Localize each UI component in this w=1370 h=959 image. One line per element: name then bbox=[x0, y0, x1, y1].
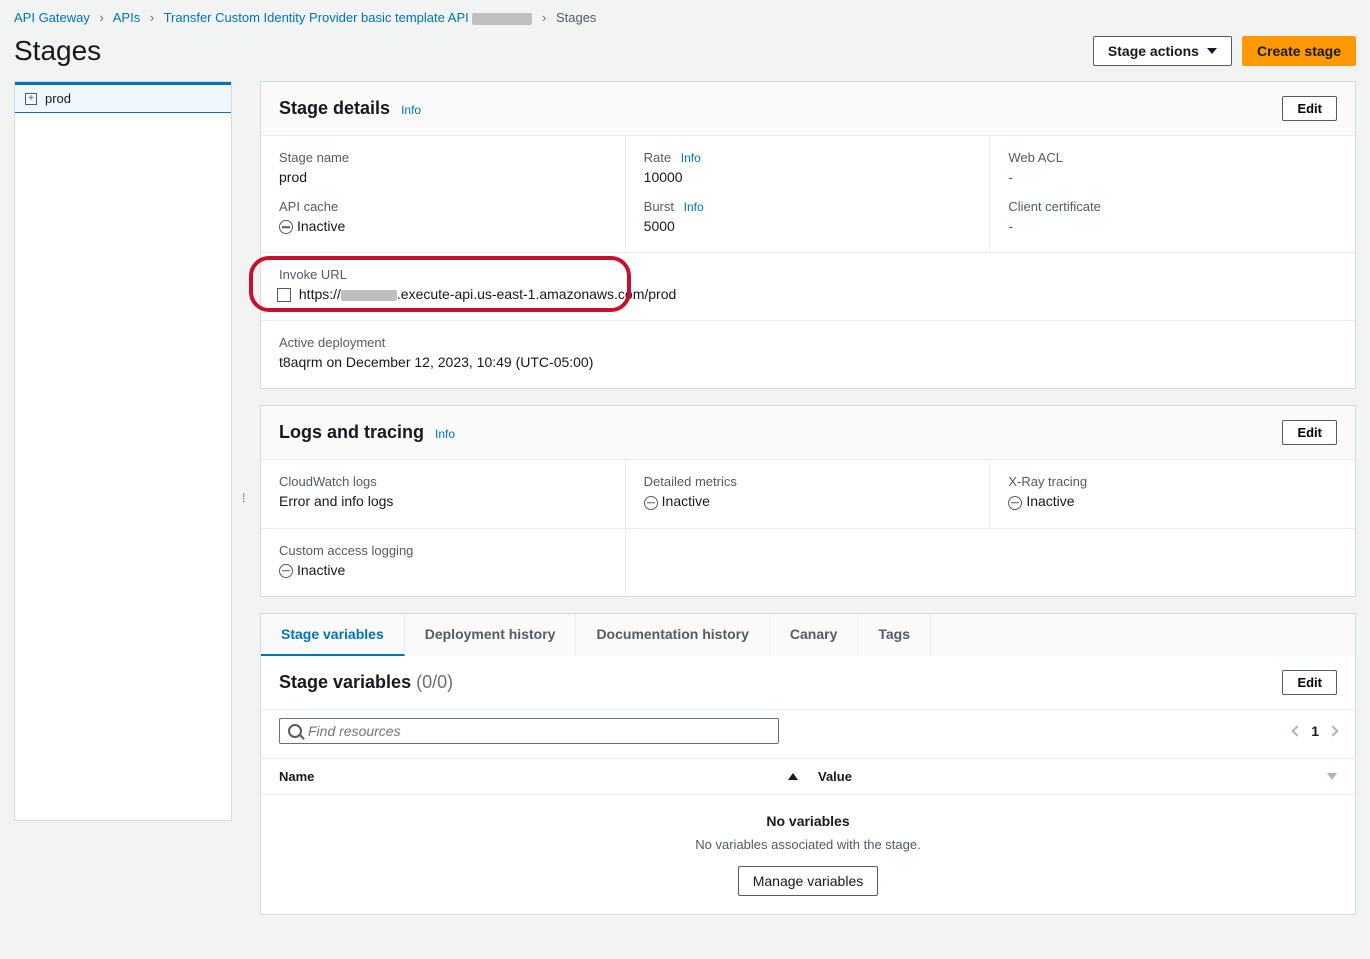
invoke-url-prefix: https:// bbox=[299, 286, 341, 302]
stage-details-panel: Stage details Info Edit Stage name prod … bbox=[260, 81, 1356, 389]
breadcrumb-api-gateway[interactable]: API Gateway bbox=[14, 10, 90, 25]
stage-variables-count: (0/0) bbox=[416, 672, 453, 692]
next-page-button[interactable] bbox=[1327, 725, 1338, 736]
col-name-label[interactable]: Name bbox=[279, 769, 314, 784]
client-cert-value: - bbox=[1008, 218, 1337, 234]
inactive-icon bbox=[1008, 496, 1022, 510]
search-icon bbox=[288, 724, 302, 738]
page-header: Stages Stage actions Create stage bbox=[0, 31, 1370, 81]
chevron-right-icon: › bbox=[150, 10, 154, 25]
info-link[interactable]: Info bbox=[435, 427, 455, 441]
detailed-metrics-value: Inactive bbox=[644, 493, 972, 509]
inactive-icon bbox=[644, 496, 658, 510]
rate-label-text: Rate bbox=[644, 150, 671, 165]
rate-value: 10000 bbox=[644, 169, 972, 185]
empty-state: No variables No variables associated wit… bbox=[261, 795, 1355, 914]
custom-access-value-text: Inactive bbox=[297, 562, 345, 578]
logs-tracing-heading: Logs and tracing Info bbox=[279, 422, 455, 443]
sidebar: + prod bbox=[14, 81, 232, 821]
invoke-url-suffix: .execute-api.us-east-1.amazonaws.com/pro… bbox=[397, 286, 676, 302]
rate-label: Rate Info bbox=[644, 150, 972, 165]
stage-name-value: prod bbox=[279, 169, 607, 185]
active-deployment-label: Active deployment bbox=[279, 335, 1337, 350]
burst-label: Burst Info bbox=[644, 199, 972, 214]
cloudwatch-value: Error and info logs bbox=[279, 493, 607, 509]
manage-variables-button[interactable]: Manage variables bbox=[738, 866, 879, 896]
tab-deployment-history[interactable]: Deployment history bbox=[405, 614, 577, 656]
chevron-right-icon: › bbox=[100, 10, 104, 25]
info-link[interactable]: Info bbox=[681, 151, 701, 165]
client-cert-label: Client certificate bbox=[1008, 199, 1337, 214]
breadcrumb-apis[interactable]: APIs bbox=[113, 10, 140, 25]
pagination: 1 bbox=[1293, 723, 1337, 739]
empty-title: No variables bbox=[279, 813, 1337, 829]
caret-down-icon bbox=[1207, 48, 1217, 54]
edit-logs-tracing-button[interactable]: Edit bbox=[1282, 420, 1337, 445]
page-title: Stages bbox=[14, 35, 101, 67]
sort-asc-icon[interactable] bbox=[788, 773, 798, 780]
chevron-right-icon: › bbox=[542, 10, 546, 25]
info-link[interactable]: Info bbox=[401, 103, 421, 117]
stage-actions-label: Stage actions bbox=[1108, 43, 1199, 59]
api-cache-label: API cache bbox=[279, 199, 607, 214]
expand-icon[interactable]: + bbox=[25, 93, 37, 105]
info-link[interactable]: Info bbox=[684, 200, 704, 214]
stage-details-heading-text: Stage details bbox=[279, 98, 390, 118]
stage-name-label: Stage name bbox=[279, 150, 607, 165]
tab-stage-variables[interactable]: Stage variables bbox=[261, 614, 405, 656]
copy-icon[interactable] bbox=[279, 290, 291, 302]
invoke-url-label: Invoke URL bbox=[279, 267, 1337, 282]
create-stage-button[interactable]: Create stage bbox=[1242, 36, 1356, 66]
prev-page-button[interactable] bbox=[1292, 725, 1303, 736]
api-cache-value-text: Inactive bbox=[297, 218, 345, 234]
xray-label: X-Ray tracing bbox=[1008, 474, 1337, 489]
sidebar-item-prod[interactable]: + prod bbox=[15, 85, 231, 113]
xray-value: Inactive bbox=[1008, 493, 1337, 509]
custom-access-label: Custom access logging bbox=[279, 543, 607, 558]
logs-tracing-panel: Logs and tracing Info Edit CloudWatch lo… bbox=[260, 405, 1356, 597]
search-input[interactable] bbox=[308, 723, 770, 739]
page-number: 1 bbox=[1311, 723, 1319, 739]
stage-variables-heading: Stage variables (0/0) bbox=[279, 672, 453, 693]
breadcrumb-api-name[interactable]: Transfer Custom Identity Provider basic … bbox=[164, 10, 536, 25]
breadcrumb-current: Stages bbox=[556, 10, 596, 25]
cloudwatch-label: CloudWatch logs bbox=[279, 474, 607, 489]
detailed-metrics-value-text: Inactive bbox=[662, 493, 710, 509]
col-value-label[interactable]: Value bbox=[818, 769, 852, 784]
sort-desc-icon[interactable] bbox=[1327, 773, 1337, 780]
edit-stage-details-button[interactable]: Edit bbox=[1282, 96, 1337, 121]
sidebar-collapse-handle[interactable]: ⁞ bbox=[242, 491, 250, 505]
custom-access-value: Inactive bbox=[279, 562, 607, 578]
redacted-text bbox=[472, 13, 532, 25]
empty-desc: No variables associated with the stage. bbox=[279, 837, 1337, 852]
breadcrumb-api-name-text: Transfer Custom Identity Provider basic … bbox=[164, 10, 469, 25]
inactive-icon bbox=[279, 220, 293, 234]
stage-actions-dropdown[interactable]: Stage actions bbox=[1093, 36, 1232, 66]
web-acl-label: Web ACL bbox=[1008, 150, 1337, 165]
logs-tracing-heading-text: Logs and tracing bbox=[279, 422, 424, 442]
header-actions: Stage actions Create stage bbox=[1093, 36, 1356, 66]
active-deployment-value: t8aqrm on December 12, 2023, 10:49 (UTC-… bbox=[279, 354, 1337, 370]
breadcrumb: API Gateway › APIs › Transfer Custom Ide… bbox=[0, 0, 1370, 31]
tabs: Stage variables Deployment history Docum… bbox=[260, 613, 1356, 656]
inactive-icon bbox=[279, 564, 293, 578]
web-acl-value: - bbox=[1008, 169, 1337, 185]
stage-variables-panel: Stage variables (0/0) Edit 1 bbox=[260, 656, 1356, 915]
table-header: Name Value bbox=[261, 758, 1355, 795]
stage-variables-heading-text: Stage variables bbox=[279, 672, 411, 692]
detailed-metrics-label: Detailed metrics bbox=[644, 474, 972, 489]
xray-value-text: Inactive bbox=[1026, 493, 1074, 509]
sidebar-item-label: prod bbox=[45, 91, 71, 106]
api-cache-value: Inactive bbox=[279, 218, 607, 234]
stage-details-heading: Stage details Info bbox=[279, 98, 421, 119]
redacted-text bbox=[341, 290, 397, 301]
search-box[interactable] bbox=[279, 718, 779, 744]
tab-tags[interactable]: Tags bbox=[858, 614, 931, 656]
tab-documentation-history[interactable]: Documentation history bbox=[576, 614, 769, 656]
tab-canary[interactable]: Canary bbox=[770, 614, 858, 656]
burst-label-text: Burst bbox=[644, 199, 674, 214]
burst-value: 5000 bbox=[644, 218, 972, 234]
invoke-url-value[interactable]: https:// .execute-api.us-east-1.amazonaws… bbox=[279, 286, 1337, 302]
edit-stage-variables-button[interactable]: Edit bbox=[1282, 670, 1337, 695]
